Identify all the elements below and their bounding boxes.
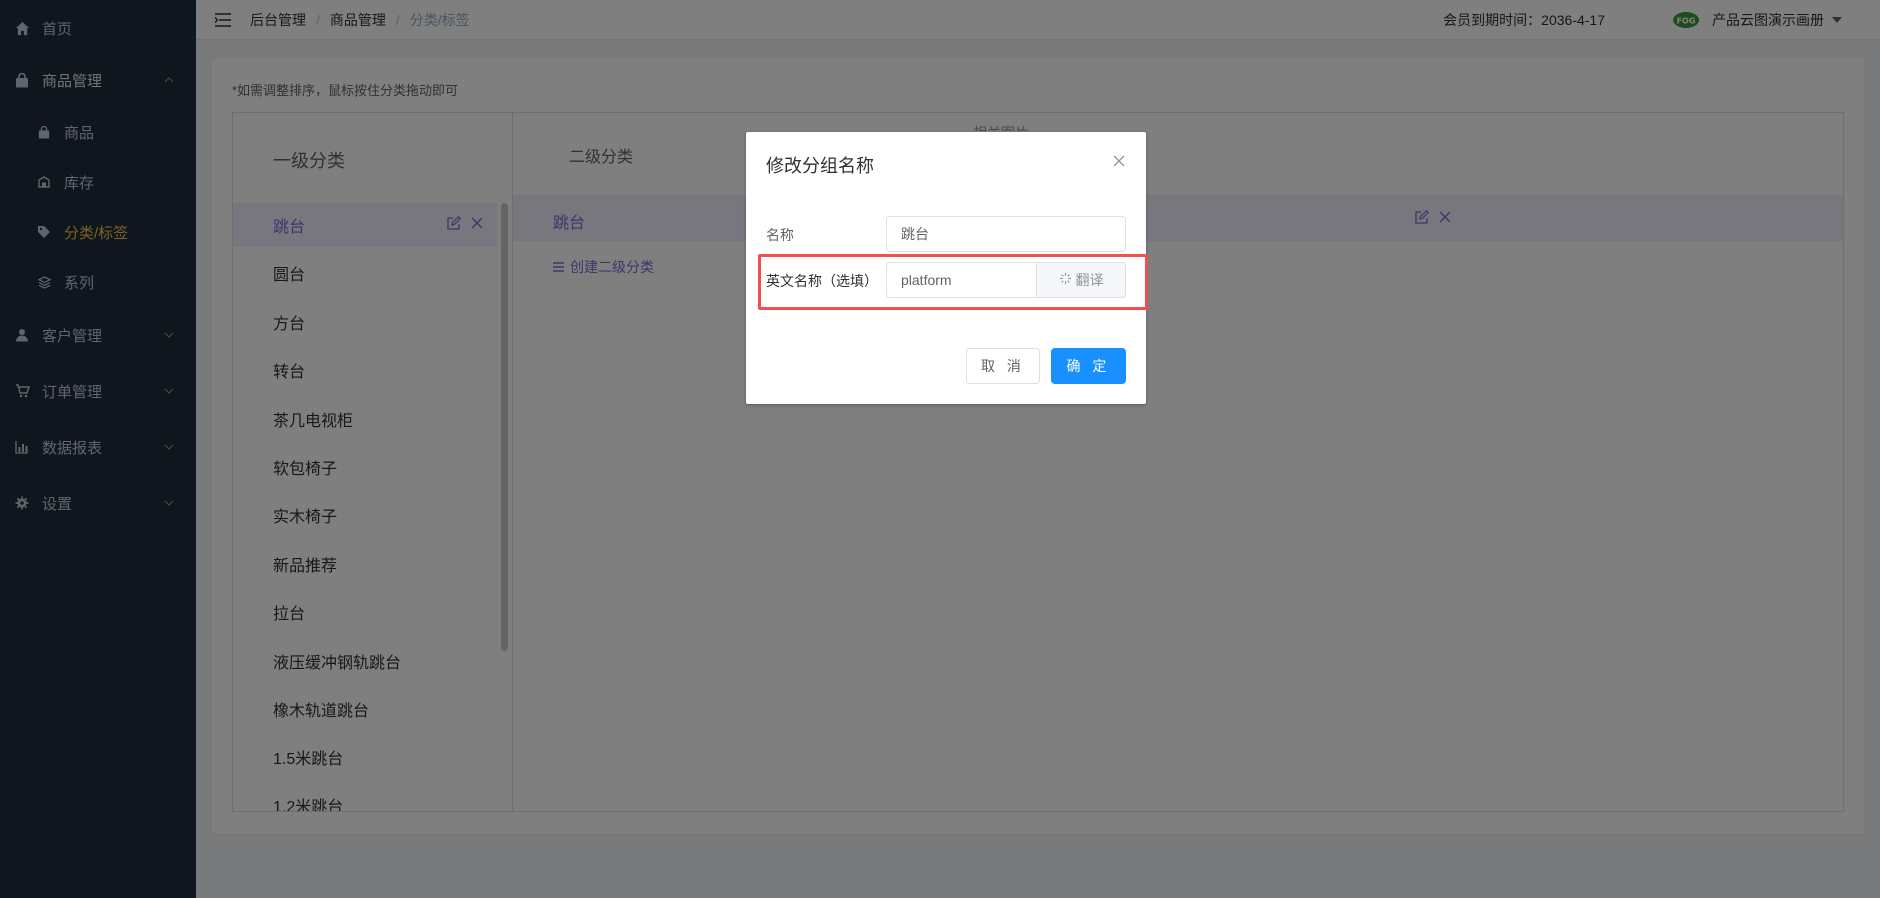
dialog-title: 修改分组名称 — [766, 156, 874, 176]
edit-group-name-dialog: 修改分组名称 名称 跳台 英文名称（选填） platform 翻译 取 消 确 … — [746, 132, 1148, 404]
close-icon[interactable] — [1112, 154, 1126, 168]
highlight-box — [758, 254, 1148, 310]
name-label: 名称 — [766, 227, 794, 243]
confirm-button[interactable]: 确 定 — [1051, 348, 1126, 384]
name-input[interactable]: 跳台 — [886, 216, 1126, 252]
cancel-button[interactable]: 取 消 — [966, 348, 1040, 384]
